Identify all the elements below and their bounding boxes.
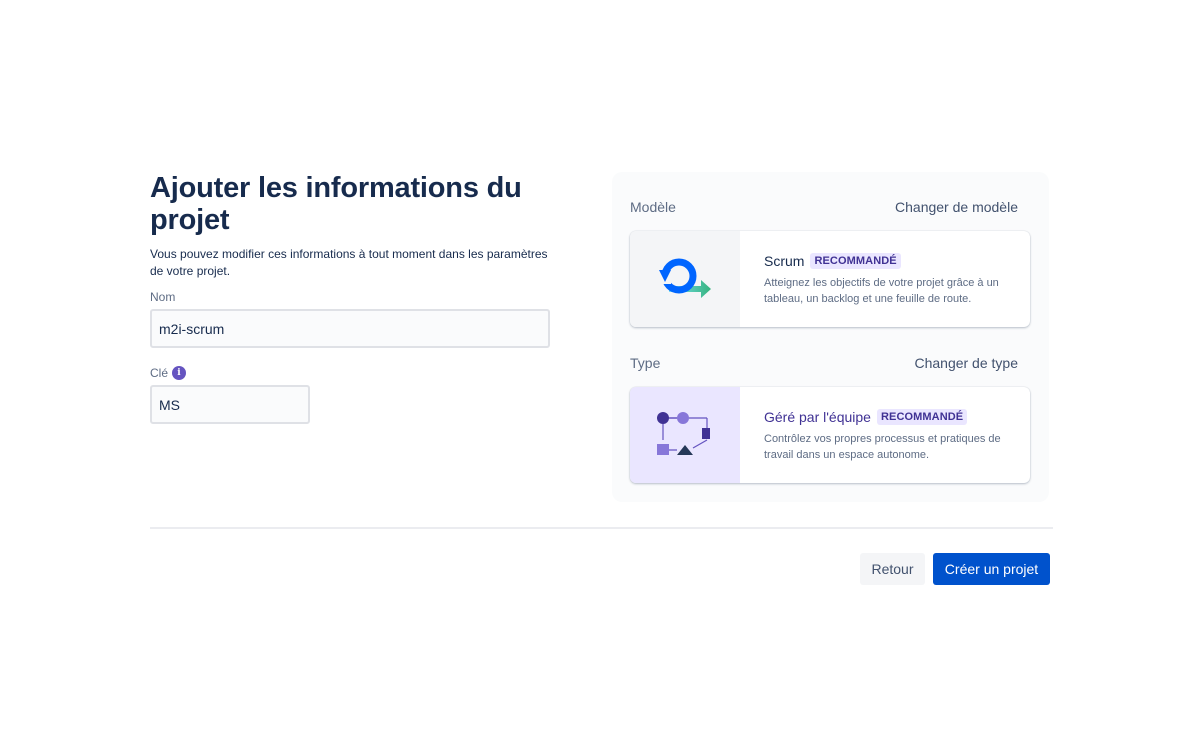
- page-subtitle: Vous pouvez modifier ces informations à …: [150, 247, 548, 278]
- create-project-button[interactable]: Créer un projet: [933, 553, 1050, 585]
- template-title-row: Scrum RECOMMANDÉ: [764, 253, 1010, 269]
- type-card-team-managed: Géré par l'équipe RECOMMANDÉ Contrôlez v…: [630, 387, 1030, 483]
- change-template-button[interactable]: Changer de modèle: [895, 199, 1018, 215]
- type-description: Contrôlez vos propres processus et prati…: [764, 433, 1001, 461]
- create-project-page: Ajouter les informations du projet Vous …: [0, 0, 1200, 755]
- name-label-text: Nom: [150, 290, 176, 304]
- project-info-form: Ajouter les informations du projet Vous …: [150, 172, 550, 424]
- template-description: Atteignez les objectifs de votre projet …: [764, 277, 999, 305]
- template-card-body: Scrum RECOMMANDÉ Atteignez les objectifs…: [740, 231, 1030, 327]
- template-section-label: Modèle: [630, 199, 676, 215]
- workflow-icon: [657, 412, 710, 455]
- back-button[interactable]: Retour: [860, 553, 925, 585]
- scrum-cycle-icon: [657, 258, 711, 298]
- name-label: Nom: [150, 290, 550, 304]
- project-key-value: MS: [159, 396, 180, 413]
- team-managed-thumbnail: [630, 387, 740, 483]
- type-title: Géré par l'équipe: [764, 409, 871, 425]
- template-section-header: Modèle Changer de modèle: [630, 199, 1018, 215]
- template-card-scrum: Scrum RECOMMANDÉ Atteignez les objectifs…: [630, 231, 1030, 327]
- type-card-body: Géré par l'équipe RECOMMANDÉ Contrôlez v…: [740, 387, 1030, 483]
- project-name-value: m2i-scrum: [159, 320, 225, 337]
- page-title: Ajouter les informations du projet: [150, 172, 522, 236]
- project-name-input[interactable]: m2i-scrum: [150, 309, 550, 348]
- project-key-input[interactable]: MS: [150, 385, 310, 424]
- type-section-label: Type: [630, 355, 661, 371]
- key-label-text: Clé: [150, 366, 169, 380]
- info-icon[interactable]: i: [172, 366, 187, 380]
- type-title-row: Géré par l'équipe RECOMMANDÉ: [764, 409, 1010, 425]
- key-label: Clé i: [150, 366, 550, 380]
- type-recommended-badge: RECOMMANDÉ: [876, 409, 968, 425]
- scrum-thumbnail: [630, 231, 740, 327]
- type-section-header: Type Changer de type: [630, 355, 1018, 371]
- template-title: Scrum: [764, 253, 805, 269]
- recommended-badge: RECOMMANDÉ: [810, 253, 901, 269]
- change-type-button[interactable]: Changer de type: [914, 355, 1018, 371]
- project-summary-panel: Modèle Changer de modèle Scrum RECOMMAND…: [612, 172, 1049, 502]
- footer-divider: [150, 527, 1053, 529]
